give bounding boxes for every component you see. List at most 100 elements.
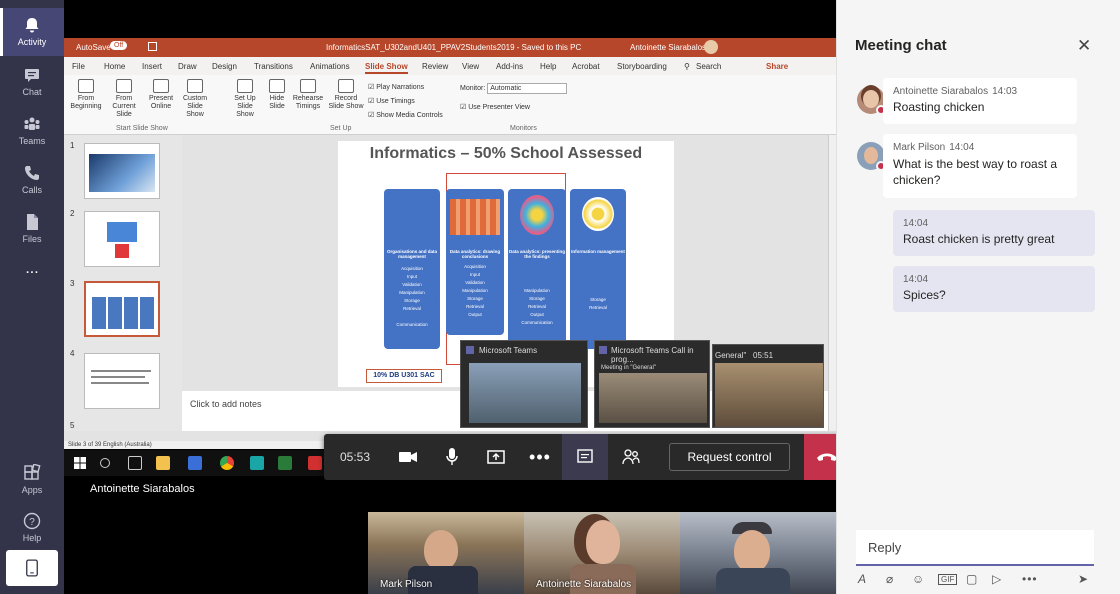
rail-item-more[interactable]: ... [0,254,64,302]
tab-add-ins[interactable]: Add-ins [496,62,523,71]
tab-draw[interactable]: Draw [178,62,197,71]
acrobat-icon[interactable] [308,456,322,470]
search-icon[interactable]: ⚲ [684,62,690,71]
play-narrations-checkbox[interactable]: ☑ Play Narrations [368,81,443,95]
reply-input[interactable]: Reply [856,530,1094,566]
monitor-select[interactable]: Monitor: Automatic [460,83,568,94]
gif-icon[interactable]: GIF [938,574,958,585]
general-mini-window[interactable]: General" 05:51 [712,344,824,428]
share-screen-button[interactable] [474,434,518,480]
participant-video[interactable] [680,512,836,594]
column-item: Input [469,272,480,277]
button-label: Rehearse Timings [292,95,324,110]
screen-top-bar [64,0,836,38]
custom-show-button[interactable]: Custom Slide Show [178,79,212,119]
column-item: Communication [396,322,428,327]
meet-icon[interactable]: ▷ [992,572,1001,586]
rail-item-chat[interactable]: Chat [0,58,64,106]
slide-thumb-3[interactable] [84,281,160,337]
autosave-toggle[interactable]: Off [110,41,128,50]
tab-home[interactable]: Home [104,62,125,71]
tab-acrobat[interactable]: Acrobat [572,62,600,71]
participant-video[interactable]: Antoinette Siarabalos [524,512,680,594]
call-time: 05:51 [753,351,774,360]
people-illustration [450,199,500,235]
use-timings-checkbox[interactable]: ☑ Use Timings [368,95,443,109]
teams-mini-window[interactable]: Microsoft Teams [460,340,588,428]
slide-scrollbar[interactable] [828,135,836,431]
rail-label: Activity [17,37,47,47]
rail-item-help[interactable]: ? Help [0,504,64,552]
participants-button[interactable] [608,434,654,480]
tab-review[interactable]: Review [422,62,448,71]
call-mini-window[interactable]: Microsoft Teams Call in prog... Meeting … [594,340,710,428]
format-icon[interactable]: A [858,572,866,586]
share-button[interactable]: Share [766,62,788,71]
more-icon[interactable]: ••• [1022,572,1038,586]
ppt-search[interactable]: Search [696,62,721,71]
status-text: Slide 3 of 39 English (Australia) [68,442,152,448]
search-icon[interactable] [100,458,110,468]
participant-video[interactable]: Mark Pilson [368,512,524,594]
tab-insert[interactable]: Insert [142,62,162,71]
tab-animations[interactable]: Animations [310,62,350,71]
tab-transitions[interactable]: Transitions [254,62,293,71]
presenter-view-checkbox[interactable]: ☑ Use Presenter View [460,103,530,111]
camera-button[interactable] [386,434,430,480]
column-heading: Data analytics: drawing conclusions [449,249,501,259]
chat-message-own: 14:04 Spices? [893,266,1095,312]
request-control-button[interactable]: Request control [669,443,790,471]
attach-icon[interactable]: ⌀ [886,572,893,586]
from-beginning-button[interactable]: From Beginning [68,79,104,111]
show-media-checkbox[interactable]: ☑ Show Media Controls [368,109,443,123]
rail-item-activity[interactable]: Activity [0,8,64,56]
save-icon[interactable] [148,42,157,51]
record-button[interactable]: Record Slide Show [326,79,366,111]
checkbox-label: Use Timings [376,98,415,105]
message-text: Spices? [903,288,946,302]
close-icon[interactable]: ✕ [1077,36,1091,56]
tab-storyboarding[interactable]: Storyboarding [617,62,667,71]
task-view-icon[interactable] [128,456,142,470]
from-current-button[interactable]: From Current Slide [106,79,142,119]
more-options-button[interactable]: ••• [518,434,562,480]
setup-show-button[interactable]: Set Up Slide Show [228,79,262,119]
emoji-icon[interactable]: ☺ [912,572,924,586]
tab-view[interactable]: View [462,62,479,71]
rail-item-apps[interactable]: Apps [0,456,64,504]
tab-slide-show[interactable]: Slide Show [365,62,408,74]
column-item: Storage [467,296,483,301]
sticker-icon[interactable]: ▢ [966,572,977,586]
rail-item-calls[interactable]: Calls [0,156,64,204]
rail-item-teams[interactable]: Teams [0,107,64,155]
send-icon[interactable]: ➤ [1078,572,1088,586]
avatar[interactable] [857,86,886,115]
avatar-face [863,90,879,108]
column-item: Output [530,312,544,317]
show-conversation-button[interactable] [562,434,608,480]
rail-item-files[interactable]: Files [0,205,64,253]
group-label: Monitors [510,125,537,132]
rehearse-button[interactable]: Rehearse Timings [292,79,324,111]
chrome-icon[interactable] [220,456,234,470]
dreamweaver-icon[interactable] [278,456,292,470]
tab-design[interactable]: Design [212,62,237,71]
avatar[interactable] [857,142,886,171]
slide-thumb-4[interactable] [84,353,160,409]
folder-icon[interactable] [156,456,170,470]
present-online-button[interactable]: Present Online [146,79,176,111]
slide-thumb-2[interactable] [84,211,160,267]
tab-file[interactable]: File [72,62,85,71]
download-mobile-button[interactable] [6,550,58,586]
microphone-button[interactable] [430,434,474,480]
bell-icon [25,18,39,33]
outlook-icon[interactable] [188,456,202,470]
checkbox-label: Play Narrations [376,84,425,91]
tab-help[interactable]: Help [540,62,556,71]
compose-toolbar: A ⌀ ☺ GIF ▢ ▷ ••• ➤ [856,570,1096,588]
hide-slide-button[interactable]: Hide Slide [264,79,290,111]
slide-thumb-1[interactable] [84,143,160,199]
windows-start-icon[interactable] [74,457,86,469]
thumb-line [91,376,145,378]
app-icon[interactable] [250,456,264,470]
